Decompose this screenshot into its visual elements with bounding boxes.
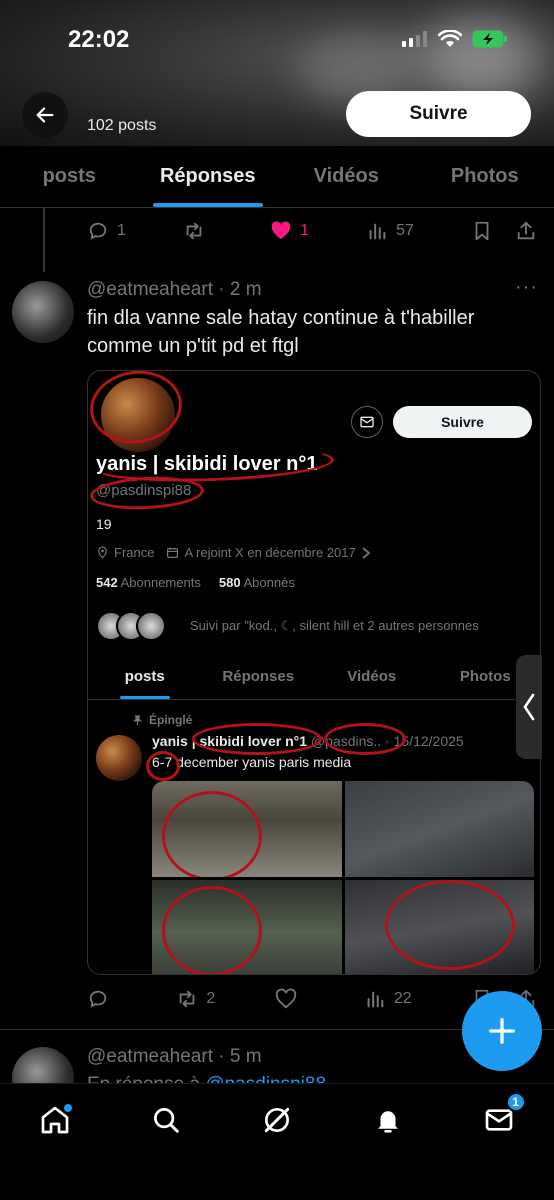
embedded-bio: 19 — [96, 516, 112, 532]
search-icon — [154, 1108, 179, 1133]
bell-icon — [377, 1111, 398, 1133]
chevron-left-icon — [523, 693, 535, 721]
plus-icon — [489, 1018, 515, 1044]
embedded-location: France — [114, 545, 155, 560]
thread-line — [43, 208, 45, 272]
mail-icon — [360, 416, 374, 428]
photo — [344, 880, 534, 974]
following-count: 542 — [96, 575, 118, 590]
nav-search[interactable] — [141, 1100, 191, 1140]
embedded-tab-replies: Réponses — [222, 668, 295, 685]
pin-icon — [132, 714, 143, 725]
followed-by-text: Suivi par "kod., ☾, silent hill et 2 aut… — [190, 618, 479, 633]
avatar — [136, 611, 166, 641]
photo — [344, 781, 534, 877]
bottom-navigation: 1 — [0, 1083, 554, 1200]
post-count: 102 posts — [87, 117, 157, 134]
photo — [152, 880, 342, 974]
embedded-follow-button: Suivre — [393, 406, 532, 438]
views-button[interactable]: 22 — [364, 988, 412, 1010]
status-icons — [402, 30, 508, 48]
annotation-circle — [162, 886, 262, 974]
follow-button[interactable]: Suivre — [346, 91, 531, 137]
retweet-button[interactable]: 2 — [176, 988, 215, 1010]
annotation-circle — [324, 723, 406, 755]
messages-badge: 1 — [505, 1092, 526, 1112]
retweet-icon — [179, 990, 195, 1008]
tweet-author-time[interactable]: @eatmeaheart · 2 m — [87, 279, 262, 301]
tab-photos[interactable]: Photos — [416, 146, 554, 207]
pinned-text: Épinglé — [149, 713, 193, 727]
tweet-author-time[interactable]: @eatmeaheart · 5 m — [87, 1046, 262, 1068]
views-icon — [367, 991, 384, 1008]
followers-count: 580 — [218, 575, 241, 590]
message-button — [351, 406, 383, 438]
nav-home[interactable] — [30, 1100, 80, 1140]
inner-avatar — [96, 735, 142, 781]
bookmark-icon[interactable] — [471, 220, 493, 242]
heart-filled-icon — [271, 221, 291, 240]
embedded-tab-videos: Vidéos — [347, 668, 397, 685]
side-panel-handle[interactable] — [516, 655, 542, 759]
following-label: Abonnements — [120, 575, 201, 590]
followed-by: Suivi par "kod., ☾, silent hill et 2 aut… — [96, 611, 479, 641]
reply-icon — [89, 222, 107, 240]
signal-icon — [402, 31, 427, 47]
followers-label: Abonnés — [243, 575, 295, 590]
retweet-count: 2 — [206, 990, 216, 1007]
tweet-text: fin dla vanne sale hatay continue à t'ha… — [87, 307, 475, 357]
views-icon — [369, 223, 386, 240]
arrow-left-icon — [36, 107, 54, 123]
more-icon[interactable]: ··· — [515, 276, 538, 299]
grok-icon — [264, 1107, 290, 1133]
location-icon — [98, 546, 107, 559]
annotation-circle — [162, 791, 262, 877]
nav-grok[interactable] — [252, 1100, 302, 1140]
tab-videos[interactable]: Vidéos — [277, 146, 416, 207]
annotation-circle — [89, 474, 205, 512]
views-count: 22 — [393, 990, 412, 1007]
heart-icon — [275, 988, 296, 1009]
avatar[interactable] — [12, 281, 74, 343]
chevron-right-icon — [362, 546, 371, 559]
share-icon[interactable] — [515, 220, 537, 242]
like-button[interactable] — [275, 988, 305, 1010]
calendar-icon — [167, 547, 179, 558]
like-button[interactable]: 1 — [270, 220, 309, 242]
embedded-image[interactable]: Suivre yanis | skibidi lover n°1 @pasdin… — [87, 370, 541, 975]
embedded-tabs: posts Réponses Vidéos Photos — [88, 654, 540, 700]
views-button[interactable]: 57 — [366, 220, 414, 242]
annotation-circle — [192, 723, 322, 755]
status-time: 22:02 — [68, 26, 130, 53]
photo — [152, 781, 342, 877]
annotation-circle — [384, 880, 515, 970]
embedded-joined: A rejoint X en décembre 2017 — [184, 545, 356, 560]
views-count: 57 — [396, 222, 414, 239]
tab-posts[interactable]: posts — [0, 146, 139, 207]
embedded-tab-posts: posts — [88, 654, 202, 699]
retweet-button[interactable] — [183, 220, 213, 242]
nav-notifications[interactable] — [363, 1100, 413, 1140]
nav-messages[interactable]: 1 — [474, 1092, 526, 1140]
retweet-icon — [186, 222, 202, 240]
reply-icon — [89, 990, 107, 1008]
like-count: 1 — [300, 222, 309, 239]
tab-replies[interactable]: Réponses — [139, 146, 278, 207]
pinned-label: Épinglé — [132, 713, 192, 727]
profile-tabs: posts Réponses Vidéos Photos — [0, 146, 554, 208]
photo-grid — [152, 781, 534, 974]
back-button[interactable] — [22, 92, 68, 138]
reply-button[interactable] — [87, 988, 117, 1010]
compose-button[interactable] — [462, 991, 542, 1071]
reply-count: 1 — [117, 222, 126, 239]
battery-charging-icon — [472, 30, 507, 48]
embedded-meta: France A rejoint X en décembre 2017 — [96, 545, 371, 560]
annotation-circle — [146, 751, 180, 781]
inner-text: 6-7 december yanis paris media — [152, 754, 352, 770]
action-bar: 1 1 57 — [87, 220, 537, 242]
wifi-icon — [438, 30, 462, 47]
annotation-circle — [88, 371, 187, 450]
reply-button[interactable]: 1 — [87, 220, 126, 242]
embedded-stats: 542 Abonnements 580 Abonnés — [96, 575, 295, 590]
